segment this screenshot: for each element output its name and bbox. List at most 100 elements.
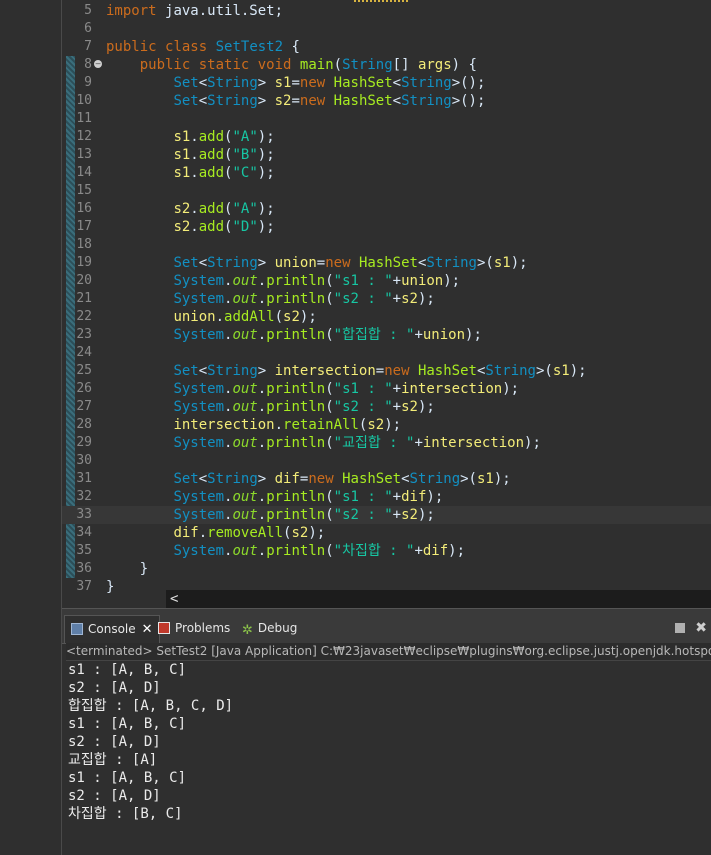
console-output[interactable]: s1 : [A, B, C] s2 : [A, D] 합집합 : [A, B, C,… <box>68 661 708 823</box>
code-text: Set<String> union=new HashSet<String>(s1… <box>173 255 528 271</box>
line-number: 27 <box>76 399 92 414</box>
line-number: 33 <box>76 507 92 522</box>
code-line[interactable]: 25 Set<String> intersection=new HashSet<… <box>62 362 711 380</box>
code-line[interactable]: 9 Set<String> s1=new HashSet<String>(); <box>62 74 711 92</box>
horizontal-scrollbar[interactable]: < <box>166 590 711 608</box>
code-line[interactable]: 15 <box>62 182 711 200</box>
code-line[interactable]: 24 <box>62 344 711 362</box>
tab-console-label: Console <box>88 622 136 636</box>
line-number: 29 <box>76 435 92 450</box>
line-number: 34 <box>76 525 92 540</box>
console-output-line: s1 : [A, B, C] <box>68 662 187 678</box>
console-output-line: 합집합 : [A, B, C, D] <box>68 698 234 714</box>
line-number: 26 <box>76 381 92 396</box>
code-text: Set<String> s2=new HashSet<String>(); <box>173 93 486 109</box>
code-line[interactable]: 29 System.out.println("교집합 : "+intersect… <box>62 434 711 452</box>
code-line[interactable]: 8– public static void main(String[] args… <box>62 56 711 74</box>
code-line[interactable]: 7 public class SetTest2 { <box>62 38 711 56</box>
line-number: 14 <box>76 165 92 180</box>
code-line[interactable]: 12 s1.add("A"); <box>62 128 711 146</box>
code-line[interactable]: 6 <box>62 20 711 38</box>
console-panel: Console ✕ Problems ✲ Debug ✖ <terminated> … <box>62 608 711 855</box>
line-number: 15 <box>76 183 92 198</box>
line-number: 36 <box>76 561 92 576</box>
line-number: 5 <box>84 3 92 18</box>
code-line[interactable]: 36 } <box>62 560 711 578</box>
code-text: } <box>139 561 149 577</box>
code-text: System.out.println("차집합 : "+dif); <box>173 543 466 559</box>
code-text: public static void main(String[] args) { <box>139 57 477 73</box>
scroll-left-arrow-icon[interactable]: < <box>170 590 178 608</box>
code-line[interactable]: 31 Set<String> dif=new HashSet<String>(s… <box>62 470 711 488</box>
tab-problems[interactable]: Problems <box>158 615 230 641</box>
code-text: System.out.println("s1 : "+dif); <box>173 489 444 505</box>
line-number: 30 <box>76 453 92 468</box>
tab-problems-label: Problems <box>175 621 231 635</box>
maximize-icon[interactable]: ✖ <box>695 620 707 636</box>
line-number: 22 <box>76 309 92 324</box>
line-number: 32 <box>76 489 92 504</box>
line-number: 31 <box>76 471 92 486</box>
code-line[interactable]: 28 intersection.retainAll(s2); <box>62 416 711 434</box>
code-editor[interactable]: 5 import java.util.Set; 6 7 public class Set… <box>62 0 711 608</box>
line-number: 21 <box>76 291 92 306</box>
code-line[interactable]: 26 System.out.println("s1 : "+intersecti… <box>62 380 711 398</box>
tab-console[interactable]: Console ✕ <box>64 615 160 643</box>
code-line[interactable]: 18 <box>62 236 711 254</box>
code-line[interactable]: 17 s2.add("D"); <box>62 218 711 236</box>
line-number: 7 <box>84 39 92 54</box>
code-line[interactable]: 16 s2.add("A"); <box>62 200 711 218</box>
line-number: 37 <box>76 579 92 594</box>
code-text: public class SetTest2 { <box>106 39 300 55</box>
code-line[interactable]: 34 dif.removeAll(s2); <box>62 524 711 542</box>
console-output-line: 차집합 : [B, C] <box>68 806 183 822</box>
console-output-line: s2 : [A, D] <box>68 788 161 804</box>
line-number: 18 <box>76 237 92 252</box>
line-number: 19 <box>76 255 92 270</box>
code-line[interactable]: 13 s1.add("B"); <box>62 146 711 164</box>
code-text: intersection.retainAll(s2); <box>173 417 402 433</box>
code-line[interactable]: 30 <box>62 452 711 470</box>
tab-debug[interactable]: ✲ Debug <box>242 615 297 641</box>
code-line[interactable]: 32 System.out.println("s1 : "+dif); <box>62 488 711 506</box>
line-number: 11 <box>76 111 92 126</box>
code-line[interactable]: 10 Set<String> s2=new HashSet<String>(); <box>62 92 711 110</box>
code-text: s1.add("B"); <box>173 147 275 163</box>
console-status: <terminated> SetTest2 [Java Application]… <box>66 643 711 661</box>
console-icon <box>71 623 83 635</box>
code-text: s2.add("A"); <box>173 201 275 217</box>
debug-icon: ✲ <box>242 623 253 638</box>
code-line[interactable]: 20 System.out.println("s1 : "+union); <box>62 272 711 290</box>
left-side-panel <box>0 0 62 855</box>
code-text: } <box>106 579 115 595</box>
close-icon[interactable]: ✕ <box>142 622 153 637</box>
code-line[interactable]: 19 Set<String> union=new HashSet<String>… <box>62 254 711 272</box>
code-text: Set<String> s1=new HashSet<String>(); <box>173 75 486 91</box>
code-text: System.out.println("s2 : "+s2); <box>173 507 435 523</box>
code-text: System.out.println("s1 : "+union); <box>173 273 461 289</box>
line-number: 9 <box>84 75 92 90</box>
line-number: 16 <box>76 201 92 216</box>
code-line[interactable]: 22 union.addAll(s2); <box>62 308 711 326</box>
code-text: Set<String> intersection=new HashSet<Str… <box>173 363 587 379</box>
code-line[interactable]: 27 System.out.println("s2 : "+s2); <box>62 398 711 416</box>
code-line[interactable]: 35 System.out.println("차집합 : "+dif); <box>62 542 711 560</box>
code-line[interactable]: 14 s1.add("C"); <box>62 164 711 182</box>
line-number: 20 <box>76 273 92 288</box>
code-line[interactable]: 5 import java.util.Set; <box>62 2 711 20</box>
code-line[interactable]: 23 System.out.println("합집합 : "+union); <box>62 326 711 344</box>
line-number: 23 <box>76 327 92 342</box>
line-number: 6 <box>84 21 92 36</box>
eclipse-window: 5 import java.util.Set; 6 7 public class Set… <box>0 0 711 855</box>
fold-collapse-icon[interactable]: – <box>94 60 102 68</box>
console-output-line: s2 : [A, D] <box>68 734 161 750</box>
code-line[interactable]: 33 System.out.println("s2 : "+s2); <box>62 506 711 524</box>
code-text: System.out.println("s2 : "+s2); <box>173 291 435 307</box>
line-number: 28 <box>76 417 92 432</box>
code-line[interactable]: 21 System.out.println("s2 : "+s2); <box>62 290 711 308</box>
minimize-icon[interactable] <box>675 623 686 633</box>
line-number: 35 <box>76 543 92 558</box>
line-number: 13 <box>76 147 92 162</box>
code-text: System.out.println("s1 : "+intersection)… <box>173 381 520 397</box>
code-line[interactable]: 11 <box>62 110 711 128</box>
